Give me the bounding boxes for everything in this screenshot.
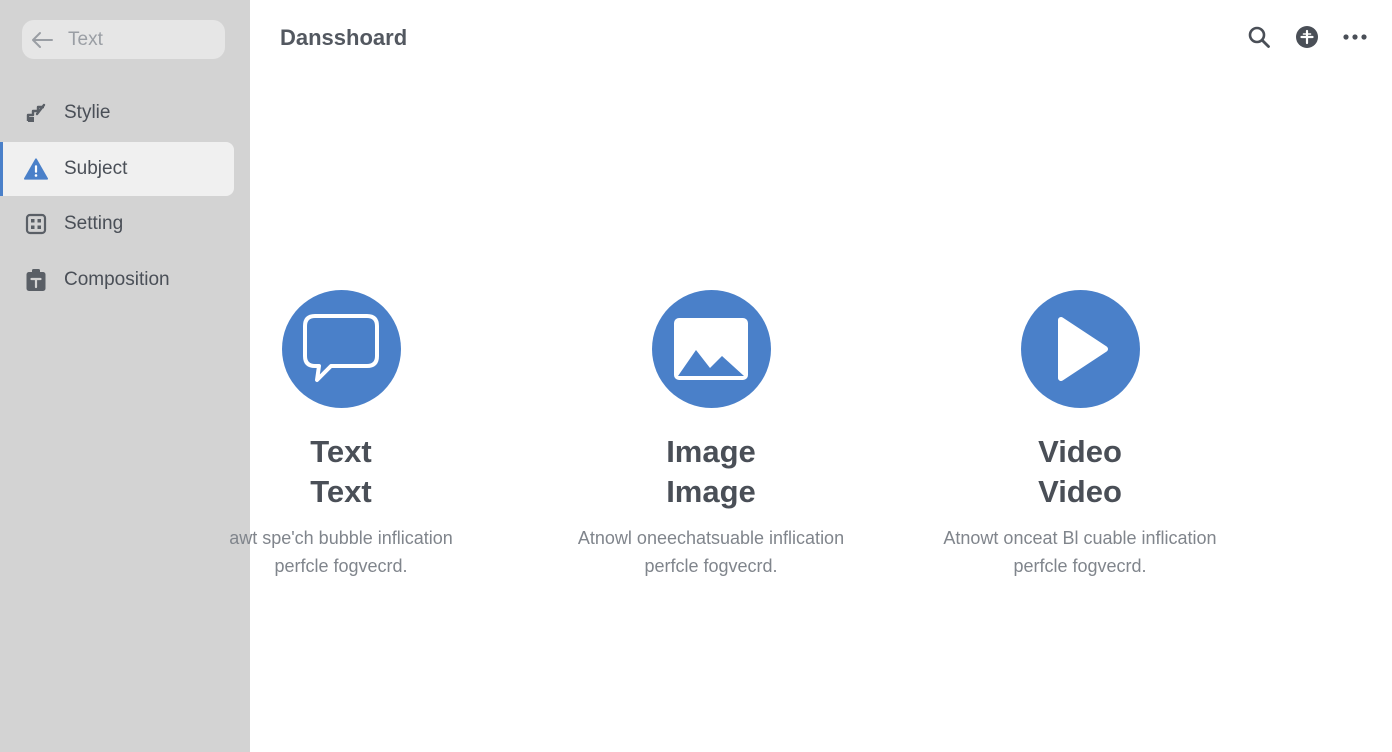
app-window: Text Stylie Subject Setting Composition … (0, 0, 1392, 752)
sidebar-item-subject[interactable]: Subject (0, 141, 234, 196)
alert-icon (24, 157, 48, 181)
sidebar-item-label: Composition (64, 268, 170, 290)
speech-bubble-icon[interactable] (281, 290, 401, 408)
card-title-line: Image (666, 434, 756, 469)
card-title: Text Text (171, 432, 511, 512)
card-image[interactable]: Image Image Atnowl oneechatsuable inflic… (541, 290, 881, 580)
image-icon[interactable] (651, 290, 771, 408)
card-title-line: Text (310, 434, 372, 469)
card-description-line: Atnowt onceat Bl cuable inflication (943, 528, 1217, 548)
card-title: Image Image (541, 432, 881, 512)
card-description-line: perfcle fogvecrd. (644, 556, 778, 576)
card-description-line: awt spe'ch bubble inflication (229, 528, 453, 548)
play-icon[interactable] (1020, 290, 1140, 408)
card-description-line: Atnowl oneechatsuable inflication (577, 528, 845, 548)
sidebar-item-setting[interactable]: Setting (0, 197, 250, 251)
card-description-line: perfcle fogvecrd. (274, 556, 408, 576)
brush-icon (24, 101, 48, 125)
sidebar-item-stylie[interactable]: Stylie (0, 86, 250, 140)
grid-icon (24, 212, 48, 236)
card-description: awt spe'ch bubble inflication perfcle fo… (171, 524, 511, 580)
clipboard-icon (24, 268, 48, 292)
card-title-line: Video (1038, 434, 1122, 469)
card-title-line: Image (666, 474, 756, 509)
sidebar-item-label: Subject (64, 157, 128, 179)
arrow-left-icon[interactable] (30, 28, 54, 52)
sidebar-item-label: Setting (64, 213, 124, 234)
card-video[interactable]: Video Video Atnowt onceat Bl cuable infl… (910, 290, 1250, 580)
add-circle-icon[interactable] (1294, 24, 1320, 50)
page-title: Dansshoard (280, 25, 408, 50)
card-description: Atnowl oneechatsuable inflication perfcl… (541, 524, 881, 580)
card-description-line: perfcle fogvecrd. (1013, 556, 1147, 576)
back-field-label: Text (68, 28, 103, 50)
search-icon[interactable] (1246, 24, 1272, 50)
header-actions (1246, 24, 1368, 50)
card-title-line: Text (310, 474, 372, 509)
card-description: Atnowt onceat Bl cuable inflication perf… (910, 524, 1250, 580)
card-text[interactable]: Text Text awt spe'ch bubble inflication … (171, 290, 511, 580)
sidebar-nav: Stylie Subject Setting Composition (0, 86, 250, 308)
back-search-field[interactable]: Text (22, 20, 225, 59)
card-title: Video Video (910, 432, 1250, 512)
card-title-line: Video (1038, 474, 1122, 509)
more-icon[interactable] (1342, 24, 1368, 50)
sidebar-item-label: Stylie (64, 102, 111, 123)
